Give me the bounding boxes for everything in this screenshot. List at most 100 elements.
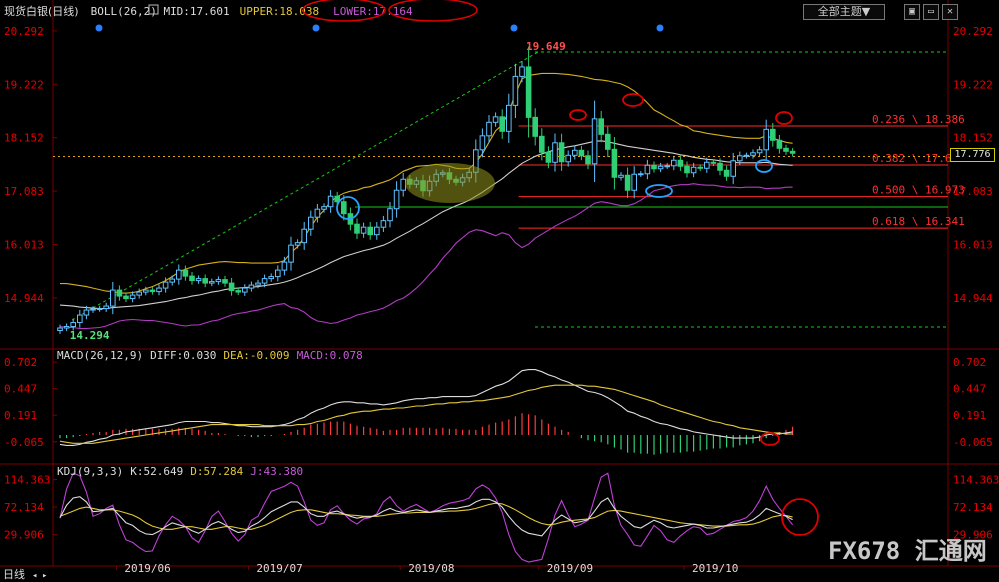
candle-body-101 bbox=[723, 169, 730, 177]
candle-body-7 bbox=[103, 305, 110, 310]
candle-body-3 bbox=[77, 314, 83, 324]
candle-body-45 bbox=[354, 223, 360, 234]
candle-body-49 bbox=[380, 220, 387, 228]
candle-body-8 bbox=[110, 289, 116, 307]
candle-body-96 bbox=[690, 166, 697, 174]
low-circle-blue-1 bbox=[645, 184, 673, 198]
candle-body-86 bbox=[624, 174, 631, 191]
candle-body-23 bbox=[209, 281, 215, 284]
silver-daily-chart: 2019/06 2019/07 2019/08 2019/09 2019/10 20.2… bbox=[0, 0, 999, 581]
candle-body-93 bbox=[671, 159, 677, 167]
candle-body-38 bbox=[308, 216, 314, 230]
candle-body-104 bbox=[743, 154, 750, 157]
candle-body-79 bbox=[578, 149, 585, 157]
low-circle-blue-2 bbox=[755, 159, 773, 173]
candle-body-87 bbox=[631, 173, 638, 191]
candle-body-19 bbox=[182, 269, 189, 277]
macd-tick-label-right-3: -0.065 bbox=[953, 436, 993, 449]
kdj-tick-label-left-2: 29.906 bbox=[4, 529, 44, 542]
candle-body-43 bbox=[341, 201, 347, 215]
watermark: FX678 汇通网 bbox=[828, 537, 987, 565]
candle-body-46 bbox=[360, 226, 367, 234]
kdj-tick-label-right-1: 72.134 bbox=[953, 501, 993, 514]
kdj-k: K:52.649 bbox=[130, 465, 183, 478]
candle-body-98 bbox=[704, 161, 710, 169]
candle-body-21 bbox=[195, 278, 202, 282]
x-tick-label-4: 2019/10 bbox=[692, 562, 738, 575]
candle-body-109 bbox=[776, 139, 783, 149]
candle-body-12 bbox=[136, 291, 142, 296]
macd-diff: DIFF:0.030 bbox=[150, 349, 216, 362]
x-tick-label-2: 2019/08 bbox=[408, 562, 454, 575]
kdj-d: D:57.284 bbox=[190, 465, 243, 478]
price-tick-label-left-2: 18.152 bbox=[4, 132, 44, 145]
candle-body-80 bbox=[585, 155, 591, 165]
period-selector[interactable]: 日线 bbox=[3, 567, 25, 581]
candle-body-16 bbox=[162, 281, 169, 289]
candle-body-0 bbox=[57, 327, 63, 332]
boll-upper: UPPER:18.038 bbox=[240, 5, 319, 18]
macd-dea: DEA:-0.009 bbox=[223, 349, 289, 362]
candle-body-11 bbox=[129, 294, 136, 300]
price-tick-label-right-0: 20.292 bbox=[953, 25, 993, 38]
peak-circle-red-2 bbox=[622, 93, 644, 107]
candle-body-26 bbox=[228, 282, 235, 292]
event-marker-icon-0 bbox=[95, 24, 103, 32]
candle-body-84 bbox=[611, 148, 618, 178]
maximize-icon[interactable]: ▣ bbox=[904, 4, 920, 20]
theme-selector-button[interactable]: 全部主题▼ bbox=[803, 4, 885, 20]
candle-body-95 bbox=[684, 165, 690, 174]
kdj-tick-label-left-1: 72.134 bbox=[4, 501, 44, 514]
restore-icon[interactable]: ▭ bbox=[923, 4, 939, 20]
candle-body-34 bbox=[281, 261, 288, 271]
candle-body-1 bbox=[63, 326, 70, 329]
candle-body-67 bbox=[499, 116, 505, 132]
event-marker-icon-1 bbox=[312, 24, 320, 32]
candle-body-74 bbox=[545, 151, 552, 163]
candle-body-97 bbox=[697, 166, 704, 169]
x-tick-label-3: 2019/09 bbox=[547, 562, 593, 575]
macd-tick-label-left-2: 0.191 bbox=[4, 409, 37, 422]
candle-body-75 bbox=[552, 142, 558, 163]
candle-body-73 bbox=[539, 135, 545, 153]
boll-lower: LOWER:17.164 bbox=[333, 5, 413, 18]
candle-body-24 bbox=[215, 279, 222, 283]
candle-body-76 bbox=[558, 142, 565, 163]
boll-lower-line bbox=[59, 183, 793, 330]
kdj-j: J:43.380 bbox=[250, 465, 303, 478]
candle-body-91 bbox=[657, 165, 664, 170]
candle-body-52 bbox=[400, 178, 406, 191]
candle-body-92 bbox=[664, 165, 671, 168]
macd-diff-line bbox=[59, 369, 793, 446]
candle-body-90 bbox=[651, 164, 657, 170]
price-tick-label-left-5: 14.944 bbox=[4, 292, 44, 305]
candle-body-27 bbox=[235, 290, 241, 293]
close-icon[interactable]: ✕ bbox=[942, 4, 958, 20]
scroll-right-icon[interactable]: ▸ bbox=[42, 571, 47, 581]
candle-body-41 bbox=[327, 195, 334, 208]
candle-body-9 bbox=[116, 289, 123, 297]
candle-body-69 bbox=[512, 75, 519, 106]
candle-body-30 bbox=[255, 282, 261, 286]
price-tick-label-left-3: 17.083 bbox=[4, 185, 44, 198]
candle-body-13 bbox=[143, 289, 149, 293]
candle-body-68 bbox=[506, 104, 512, 132]
kdj-legend: KDJ(9,3,3) K:52.649 D:57.284 J:43.380 bbox=[57, 465, 303, 478]
peak-circle-red-3 bbox=[775, 111, 793, 125]
candle-body-65 bbox=[486, 121, 492, 137]
fib-label-3: 0.618 \ 16.341 bbox=[872, 215, 965, 228]
price-tick-label-left-0: 20.292 bbox=[4, 25, 44, 38]
candle-body-83 bbox=[605, 133, 611, 150]
candle-body-36 bbox=[294, 242, 301, 246]
candle-body-64 bbox=[479, 135, 486, 151]
price-tick-label-right-2: 18.152 bbox=[953, 132, 993, 145]
candle-body-35 bbox=[288, 244, 294, 263]
price-tick-label-right-4: 16.013 bbox=[953, 239, 993, 252]
scroll-left-icon[interactable]: ◂ bbox=[32, 571, 37, 581]
high-price-label: 19.649 bbox=[526, 40, 566, 53]
candle-body-4 bbox=[83, 309, 90, 316]
fib-label-0: 0.236 \ 18.386 bbox=[872, 113, 965, 126]
candle-body-71 bbox=[525, 66, 532, 118]
kdj-tick-label-left-0: 114.363 bbox=[4, 473, 50, 486]
candle-body-107 bbox=[763, 128, 770, 151]
